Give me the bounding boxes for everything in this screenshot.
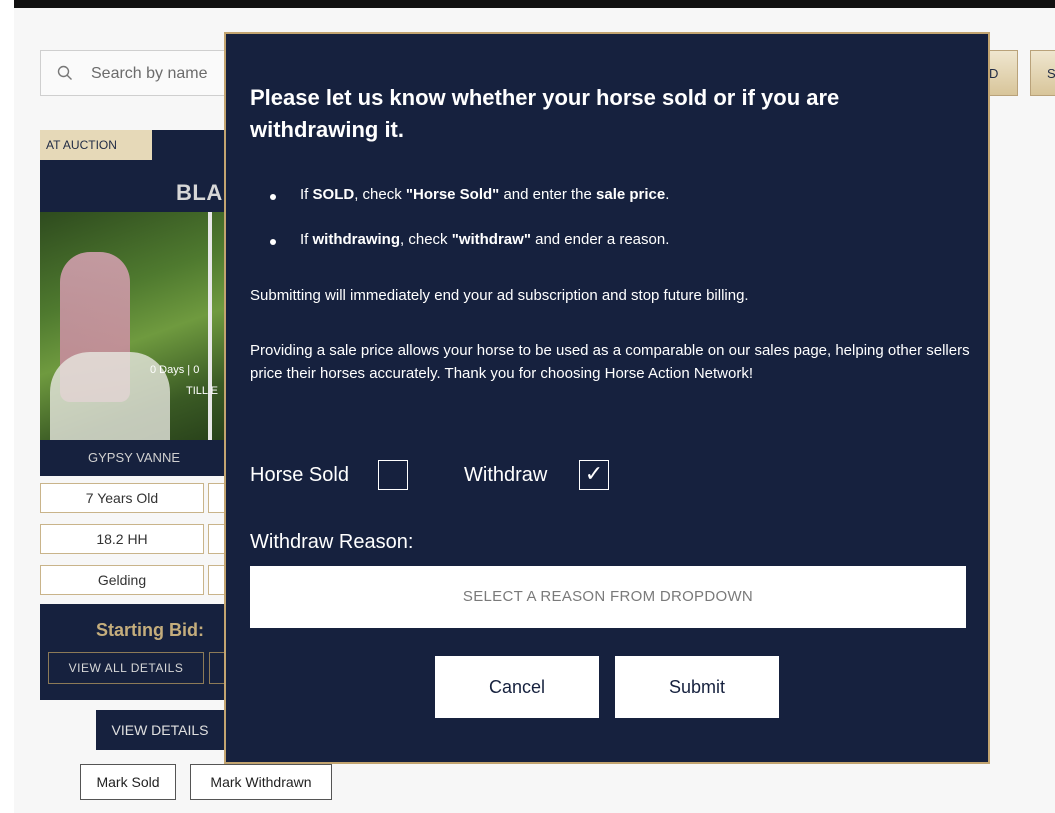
sale-price-notice: Providing a sale price allows your horse… xyxy=(250,342,970,382)
horse-sold-label: Horse Sold xyxy=(250,464,349,486)
attribute-height: 18.2 HH xyxy=(40,524,204,554)
mark-withdrawn-button[interactable]: Mark Withdrawn xyxy=(190,764,332,800)
mark-sold-button[interactable]: Mark Sold xyxy=(80,764,176,800)
top-bar xyxy=(14,0,1055,8)
countdown-till: TILL E xyxy=(186,385,218,397)
horse-sold-checkbox[interactable] xyxy=(378,460,408,490)
instruction-sold: If SOLD, check "Horse Sold" and enter th… xyxy=(270,186,669,203)
auction-badge: AT AUCTION xyxy=(40,130,152,160)
sold-withdraw-modal: Please let us know whether your horse so… xyxy=(224,32,990,764)
instruction-withdraw-text: If withdrawing, check "withdraw" and end… xyxy=(300,231,670,248)
countdown-days: 0 Days | 0 xyxy=(150,364,200,376)
attribute-sex: Gelding xyxy=(40,565,204,595)
subscription-notice: Submitting will immediately end your ad … xyxy=(250,287,749,304)
instruction-sold-text: If SOLD, check "Horse Sold" and enter th… xyxy=(300,186,670,203)
search-input[interactable]: Search by name xyxy=(40,50,240,96)
starting-bid-label: Starting Bid: xyxy=(96,620,204,640)
search-icon xyxy=(57,65,72,80)
withdraw-reason-dropdown[interactable]: SELECT A REASON FROM DROPDOWN xyxy=(250,566,966,628)
withdraw-reason-label: Withdraw Reason: xyxy=(250,531,414,553)
top-button-2[interactable]: S xyxy=(1030,50,1055,96)
cancel-button[interactable]: Cancel xyxy=(435,656,599,718)
breed-label: GYPSY VANNE xyxy=(88,450,180,465)
search-placeholder: Search by name xyxy=(91,65,208,82)
view-all-details-button[interactable]: VIEW ALL DETAILS xyxy=(48,652,204,684)
view-details-button[interactable]: VIEW DETAILS xyxy=(96,710,224,750)
bullet-dot xyxy=(270,194,276,200)
listing-photo[interactable] xyxy=(40,212,230,440)
submit-button[interactable]: Submit xyxy=(615,656,779,718)
photo-divider xyxy=(208,212,212,440)
instruction-withdraw: If withdrawing, check "withdraw" and end… xyxy=(270,231,669,248)
top-button-2-label: S xyxy=(1047,66,1055,81)
bullet-dot xyxy=(270,239,276,245)
attribute-age: 7 Years Old xyxy=(40,483,204,513)
modal-title: Please let us know whether your horse so… xyxy=(250,85,840,142)
checkmark-icon: ✓ xyxy=(584,461,604,486)
withdraw-label: Withdraw xyxy=(464,464,548,486)
top-button-1-label: D xyxy=(989,66,999,81)
withdraw-checkbox[interactable]: ✓ xyxy=(579,460,609,490)
